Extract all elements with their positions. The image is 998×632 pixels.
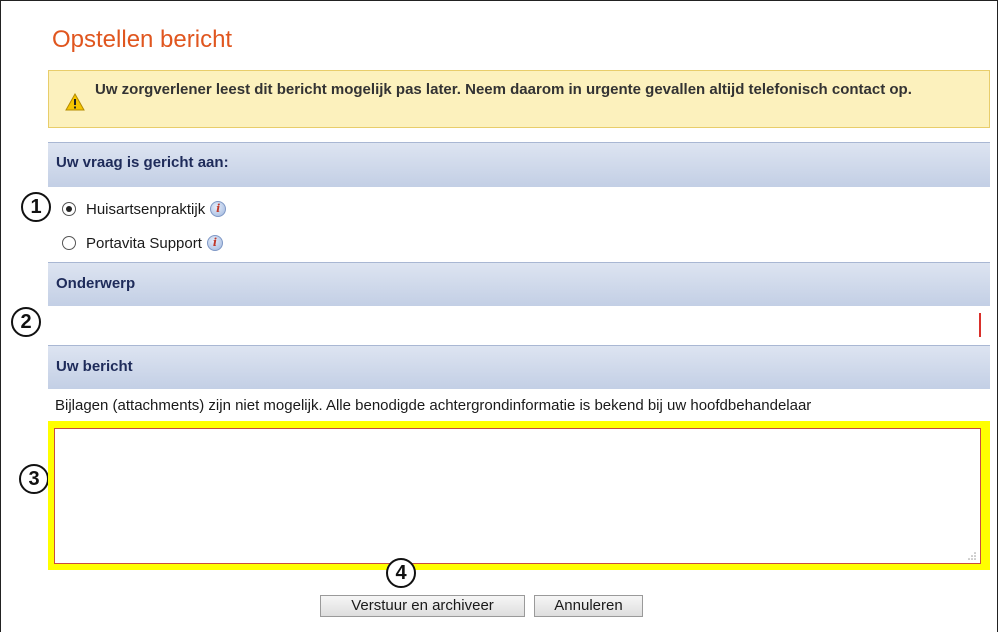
radio-button-selected[interactable] <box>62 202 76 216</box>
recipient-option-label: Huisartsenpraktijk <box>86 200 206 218</box>
required-field-marker <box>979 313 981 337</box>
page-title: Opstellen bericht <box>52 26 233 53</box>
callout-3: 3 <box>19 464 49 494</box>
warning-text: Uw zorgverlener leest dit bericht mogeli… <box>95 81 912 98</box>
info-icon[interactable]: i <box>210 201 227 217</box>
subject-input[interactable] <box>48 308 990 344</box>
callout-2: 2 <box>11 307 41 337</box>
send-and-archive-button[interactable]: Verstuur en archiveer <box>320 595 525 617</box>
warning-icon <box>65 93 85 111</box>
recipient-section-header: Uw vraag is gericht aan: <box>48 142 990 187</box>
message-section-header: Uw bericht <box>48 345 990 389</box>
subject-section-header: Onderwerp <box>48 262 990 306</box>
radio-button[interactable] <box>62 236 76 250</box>
resize-grip-icon[interactable] <box>968 552 976 560</box>
message-highlight <box>48 421 990 570</box>
attachments-hint: Bijlagen (attachments) zijn niet mogelij… <box>55 397 812 414</box>
recipient-option-huisartsenpraktijk[interactable]: Huisartsenpraktijk i <box>62 198 227 220</box>
callout-1: 1 <box>21 192 51 222</box>
recipient-option-label: Portavita Support <box>86 234 202 252</box>
cancel-button[interactable]: Annuleren <box>534 595 643 617</box>
urgent-warning-banner: Uw zorgverlener leest dit bericht mogeli… <box>48 70 990 128</box>
callout-4: 4 <box>386 558 416 588</box>
recipient-option-portavita-support[interactable]: Portavita Support i <box>62 232 223 254</box>
message-textarea[interactable] <box>54 428 981 564</box>
info-icon[interactable]: i <box>206 235 223 251</box>
